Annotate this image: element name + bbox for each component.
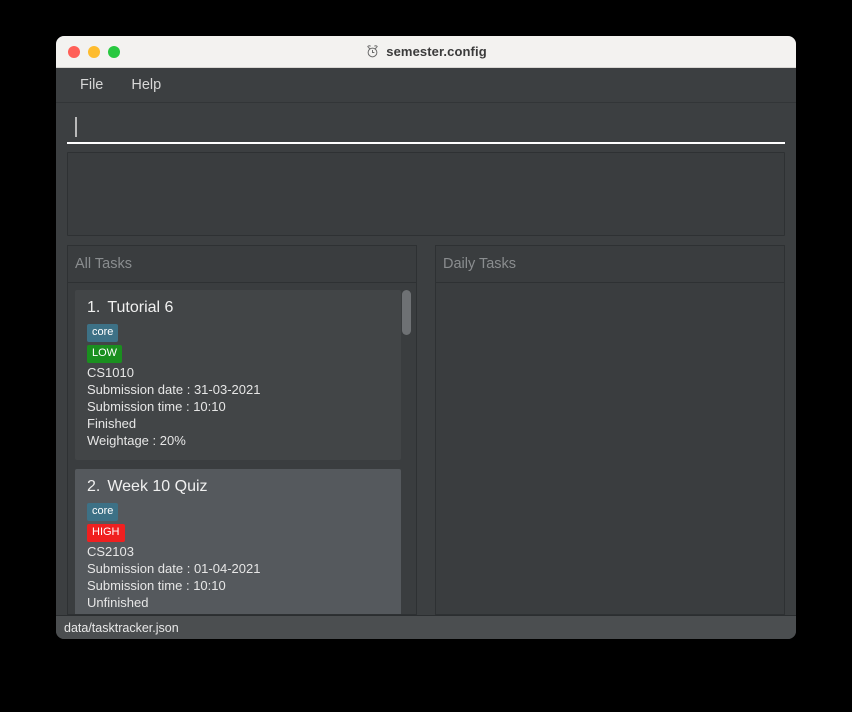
result-display-box [67, 152, 785, 236]
task-index: 1. [87, 299, 101, 316]
status-bar-file-path: data/tasktracker.json [64, 620, 179, 635]
all-tasks-title: All Tasks [75, 256, 132, 272]
task-card[interactable]: 2. Week 10 Quiz core HIGH CS2103 Submissi… [75, 469, 401, 614]
text-caret [75, 117, 77, 137]
daily-tasks-list[interactable] [436, 283, 784, 614]
command-area [56, 103, 796, 144]
daily-tasks-header: Daily Tasks [435, 245, 785, 282]
task-title: 2. Week 10 Quiz [87, 478, 389, 496]
daily-tasks-title: Daily Tasks [443, 256, 517, 272]
title-bar: semester.config [56, 36, 796, 68]
task-tag-badge: core [87, 503, 119, 521]
task-status: Finished [87, 416, 137, 431]
close-window-button[interactable] [68, 45, 80, 58]
status-bar: data/tasktracker.json [56, 615, 796, 639]
menu-item-file[interactable]: File [70, 73, 113, 97]
application-window: semester.config File Help All Tasks 1. T… [56, 36, 796, 639]
task-status: Unfinished [87, 595, 149, 610]
task-module: CS1010 [87, 365, 134, 380]
task-module: CS2103 [87, 544, 134, 559]
result-text [68, 153, 784, 165]
task-card[interactable]: 1. Tutorial 6 core LOW CS1010 Submission … [75, 290, 401, 460]
task-name: Week 10 Quiz [107, 478, 208, 495]
menu-item-help[interactable]: Help [121, 73, 171, 97]
window-title: semester.config [386, 44, 487, 59]
all-tasks-list[interactable]: 1. Tutorial 6 core LOW CS1010 Submission … [68, 283, 416, 614]
all-tasks-header: All Tasks [67, 245, 417, 282]
task-weightage: Weightage : 20% [87, 433, 186, 448]
task-tag-row: core [87, 501, 389, 521]
window-controls [56, 45, 120, 58]
maximize-window-button[interactable] [108, 45, 120, 58]
task-priority-row: HIGH [87, 522, 389, 542]
task-weightage: Weightage : 30% [87, 611, 389, 614]
task-priority-badge: HIGH [87, 524, 125, 542]
all-tasks-body: 1. Tutorial 6 core LOW CS1010 Submission … [67, 282, 417, 615]
menu-bar: File Help [56, 68, 796, 103]
task-index: 2. [87, 478, 101, 495]
all-tasks-panel: All Tasks 1. Tutorial 6 core LOW CS1010 … [56, 245, 426, 615]
daily-tasks-body [435, 282, 785, 615]
task-submission-date: Submission date : 01-04-2021 [87, 561, 261, 576]
task-title: 1. Tutorial 6 [87, 299, 389, 317]
panels-container: All Tasks 1. Tutorial 6 core LOW CS1010 … [56, 245, 796, 615]
alarm-clock-icon [367, 45, 378, 58]
task-submission-time: Submission time : 10:10 [87, 399, 226, 414]
task-submission-date: Submission date : 31-03-2021 [87, 382, 261, 397]
task-name: Tutorial 6 [107, 299, 174, 316]
daily-tasks-panel: Daily Tasks [426, 245, 796, 615]
title-bar-center: semester.config [56, 44, 796, 59]
result-area [56, 144, 796, 245]
command-input[interactable] [67, 112, 785, 144]
task-tag-row: core [87, 322, 389, 342]
all-tasks-scrollbar-thumb[interactable] [402, 290, 411, 335]
all-tasks-scrollbar[interactable] [402, 290, 411, 609]
task-priority-badge: LOW [87, 345, 123, 363]
task-tag-badge: core [87, 324, 119, 342]
task-priority-row: LOW [87, 343, 389, 363]
task-submission-time: Submission time : 10:10 [87, 578, 226, 593]
minimize-window-button[interactable] [88, 45, 100, 58]
